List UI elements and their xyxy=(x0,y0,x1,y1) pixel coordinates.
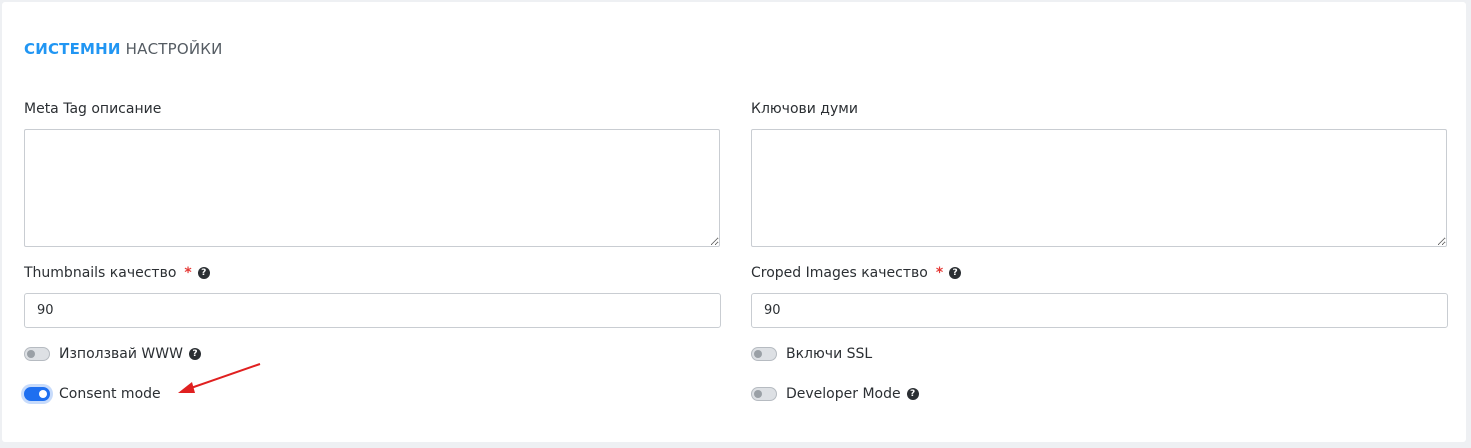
consent-mode-toggle[interactable] xyxy=(24,387,50,401)
annotation-arrow-head xyxy=(178,382,195,393)
toggle-knob xyxy=(27,350,35,358)
annotation-arrow-shaft xyxy=(187,363,261,390)
thumbnails-quality-label: Thumbnails качество * ? xyxy=(24,265,210,281)
question-circle-icon[interactable]: ? xyxy=(949,267,962,279)
keywords-label: Ключови думи xyxy=(751,101,858,117)
question-circle-icon[interactable]: ? xyxy=(197,267,210,279)
use-www-toggle-row: Използвай WWW ? xyxy=(24,346,201,362)
section-title: СИСТЕМНИ НАСТРОЙКИ xyxy=(24,40,223,58)
cropped-quality-label: Croped Images качество * ? xyxy=(751,265,962,281)
question-circle-icon[interactable]: ? xyxy=(906,388,919,400)
toggle-knob xyxy=(754,350,762,358)
required-asterisk: * xyxy=(184,265,192,281)
section-title-accent: СИСТЕМНИ xyxy=(24,40,121,58)
keywords-textarea[interactable] xyxy=(751,129,1447,247)
cropped-quality-label-text: Croped Images качество xyxy=(751,265,928,281)
developer-mode-toggle-row: Developer Mode ? xyxy=(751,386,919,402)
enable-ssl-toggle[interactable] xyxy=(751,347,777,361)
meta-description-label: Meta Tag описание xyxy=(24,101,161,117)
meta-description-textarea[interactable] xyxy=(24,129,720,247)
consent-mode-toggle-row: Consent mode xyxy=(24,386,161,402)
required-asterisk: * xyxy=(935,265,944,281)
thumbnails-quality-input[interactable] xyxy=(24,293,721,328)
question-circle-icon[interactable]: ? xyxy=(188,348,201,360)
toggle-knob xyxy=(39,390,47,398)
enable-ssl-label: Включи SSL xyxy=(786,346,873,362)
section-title-rest: НАСТРОЙКИ xyxy=(125,40,223,58)
use-www-label: Използвай WWW xyxy=(59,346,183,362)
enable-ssl-toggle-row: Включи SSL xyxy=(751,346,872,362)
thumbnails-quality-label-text: Thumbnails качество xyxy=(24,265,177,281)
cropped-quality-input[interactable] xyxy=(751,293,1448,328)
use-www-toggle[interactable] xyxy=(24,347,50,361)
system-settings-card: СИСТЕМНИ НАСТРОЙКИ Meta Tag описание Клю… xyxy=(2,2,1466,442)
toggle-knob xyxy=(754,390,762,398)
developer-mode-label: Developer Mode xyxy=(786,386,901,402)
meta-description-label-text: Meta Tag описание xyxy=(24,101,162,117)
developer-mode-toggle[interactable] xyxy=(751,387,777,401)
consent-mode-label: Consent mode xyxy=(59,386,161,402)
keywords-label-text: Ключови думи xyxy=(751,101,858,117)
